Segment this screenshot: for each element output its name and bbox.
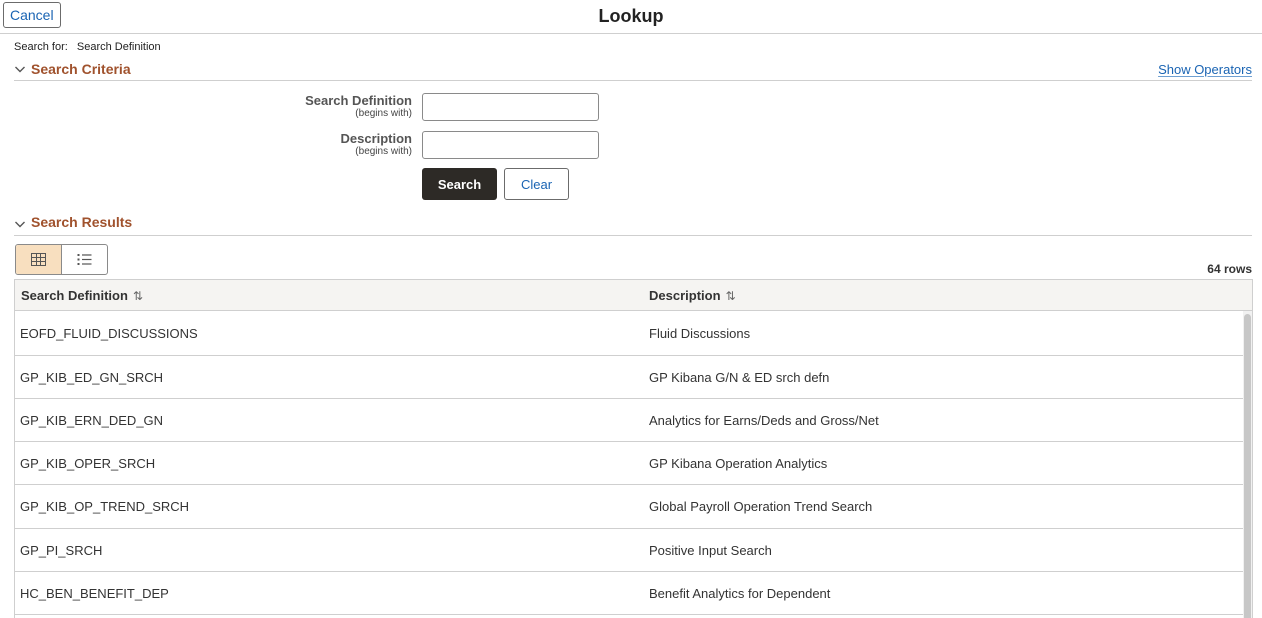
cell-description[interactable]: Positive Input Search: [649, 529, 772, 572]
grid-header: Search Definition ⇅ Description ⇅: [15, 280, 1252, 311]
results-grid: Search Definition ⇅ Description ⇅ EOFD_FLU…: [14, 279, 1253, 618]
cell-search-definition[interactable]: GP_KIB_ERN_DED_GN: [20, 399, 163, 442]
cell-search-definition[interactable]: GP_KIB_OP_TREND_SRCH: [20, 485, 189, 528]
grid-view-icon: [30, 253, 46, 266]
row-count: 64 rows: [1207, 262, 1252, 276]
cell-search-definition[interactable]: EOFD_FLUID_DISCUSSIONS: [20, 312, 198, 355]
scrollbar-thumb[interactable]: [1244, 314, 1251, 618]
search-definition-qualifier: (begins with): [355, 108, 412, 119]
description-qualifier: (begins with): [355, 146, 412, 157]
search-definition-input[interactable]: [422, 93, 599, 121]
search-criteria-title[interactable]: Search Criteria: [31, 61, 131, 77]
search-for-line: Search for: Search Definition: [14, 41, 161, 53]
search-for-label: Search for:: [14, 41, 68, 53]
table-row[interactable]: GP_PI_SRCH Positive Input Search: [15, 529, 1244, 572]
lookup-header: Cancel Lookup: [0, 0, 1262, 34]
list-view-icon: [77, 254, 92, 265]
description-input[interactable]: [422, 131, 599, 159]
page-title: Lookup: [598, 6, 664, 26]
cell-description[interactable]: Analytics for Earns/Deds and Gross/Net: [649, 399, 879, 442]
search-for-value: Search Definition: [76, 41, 161, 53]
table-row[interactable]: GP_KIB_OP_TREND_SRCH Global Payroll Oper…: [15, 485, 1244, 529]
list-view-button[interactable]: [62, 245, 108, 274]
column-header-description[interactable]: Description ⇅: [649, 288, 736, 303]
cell-description[interactable]: Fluid Discussions: [649, 312, 750, 355]
cell-search-definition[interactable]: GP_KIB_OPER_SRCH: [20, 442, 155, 485]
column-header-label[interactable]: Description: [649, 288, 721, 303]
cell-description[interactable]: GP Kibana G/N & ED srch defn: [649, 356, 829, 399]
sort-icon[interactable]: ⇅: [133, 289, 143, 303]
cell-search-definition[interactable]: GP_PI_SRCH: [20, 529, 102, 572]
table-row[interactable]: GP_KIB_ED_GN_SRCH GP Kibana G/N & ED src…: [15, 356, 1244, 399]
description-label-text: Description: [340, 131, 412, 146]
search-definition-label-text: Search Definition: [305, 93, 412, 108]
column-header-label[interactable]: Search Definition: [21, 288, 128, 303]
column-header-search-definition[interactable]: Search Definition ⇅: [21, 288, 143, 303]
search-criteria-section[interactable]: Search Criteria Show Operators: [14, 61, 1252, 81]
grid-body: EOFD_FLUID_DISCUSSIONS Fluid Discussions…: [15, 312, 1244, 615]
search-results-title[interactable]: Search Results: [31, 214, 132, 230]
chevron-down-icon[interactable]: [14, 218, 26, 230]
search-results-section[interactable]: Search Results: [14, 214, 1252, 236]
cell-search-definition[interactable]: GP_KIB_ED_GN_SRCH: [20, 356, 163, 399]
table-row[interactable]: GP_KIB_ERN_DED_GN Analytics for Earns/De…: [15, 399, 1244, 442]
view-toggle[interactable]: [15, 244, 108, 275]
chevron-down-icon[interactable]: [14, 63, 26, 75]
grid-view-button[interactable]: [16, 245, 62, 274]
cell-description[interactable]: Global Payroll Operation Trend Search: [649, 485, 872, 528]
table-row[interactable]: EOFD_FLUID_DISCUSSIONS Fluid Discussions: [15, 312, 1244, 356]
clear-button[interactable]: Clear: [504, 168, 569, 200]
table-row[interactable]: GP_KIB_OPER_SRCH GP Kibana Operation Ana…: [15, 442, 1244, 485]
description-label: Description (begins with): [212, 131, 412, 158]
cell-search-definition[interactable]: HC_BEN_BENEFIT_DEP: [20, 572, 169, 615]
search-definition-label: Search Definition (begins with): [212, 93, 412, 120]
show-operators-link[interactable]: Show Operators: [1158, 62, 1252, 77]
search-button[interactable]: Search: [422, 168, 497, 200]
cell-description[interactable]: Benefit Analytics for Dependent: [649, 572, 830, 615]
sort-icon[interactable]: ⇅: [726, 289, 736, 303]
cell-description[interactable]: GP Kibana Operation Analytics: [649, 442, 827, 485]
table-row[interactable]: HC_BEN_BENEFIT_DEP Benefit Analytics for…: [15, 572, 1244, 615]
